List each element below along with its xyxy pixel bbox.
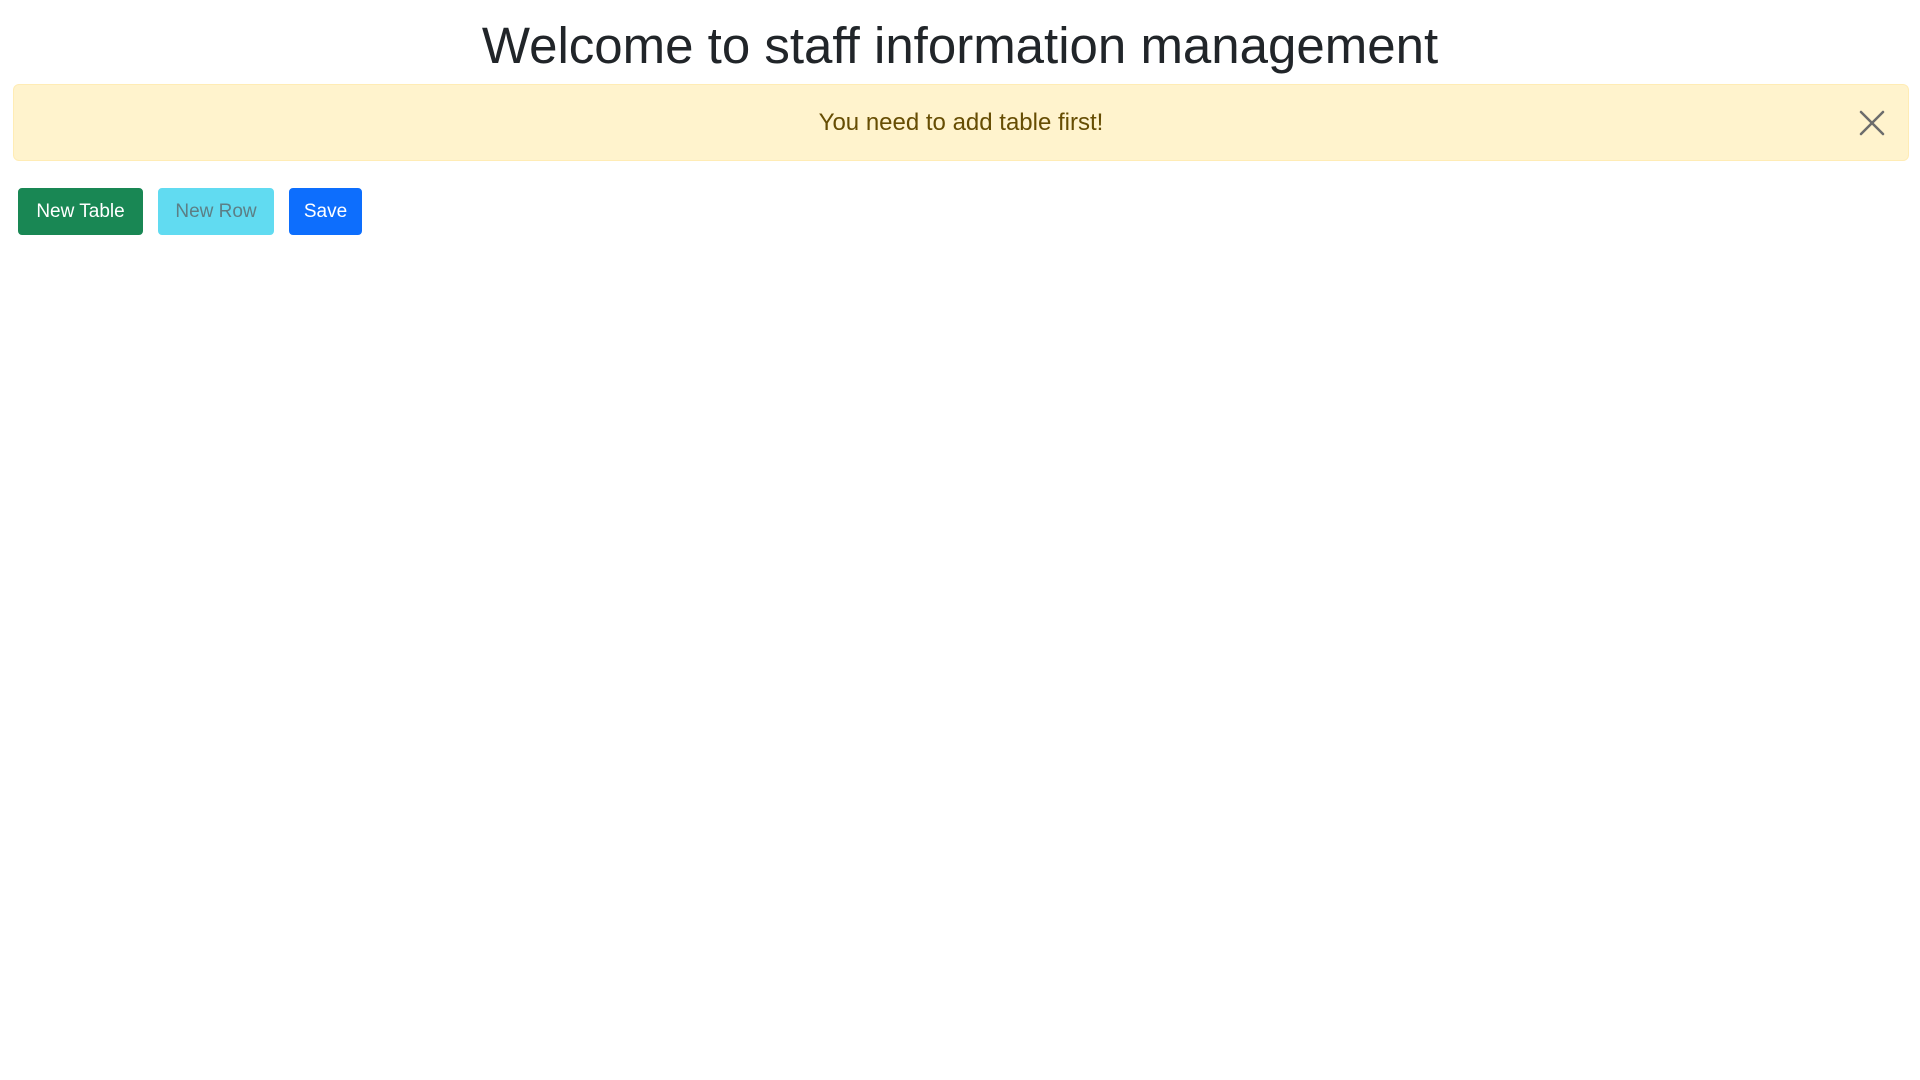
alert-message: You need to add table first! [818,108,1104,136]
page: Welcome to staff information management … [0,0,1920,1080]
page-title: Welcome to staff information management [481,17,1439,74]
new-table-button[interactable]: New Table [18,188,143,235]
warning-alert: You need to add table first! [13,84,1909,161]
save-button[interactable]: Save [289,188,362,235]
close-icon [1859,110,1885,135]
toolbar: New Table New Row Save [18,188,362,235]
alert-close-button[interactable] [1854,105,1890,141]
new-row-button[interactable]: New Row [158,188,274,235]
